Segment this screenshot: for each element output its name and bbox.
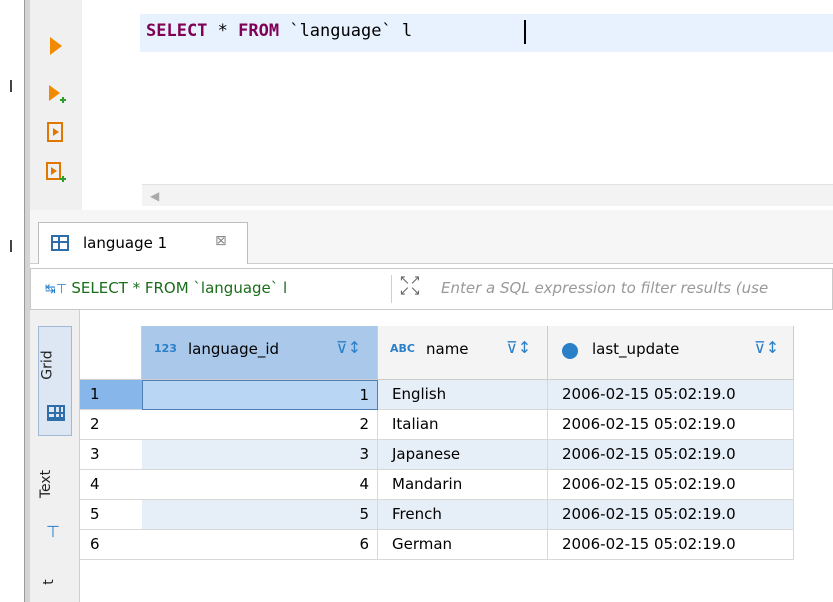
sort-filter-icon[interactable]: ⊽↕ <box>336 338 361 357</box>
tab-language-1[interactable]: language 1 ⊠ <box>38 222 248 264</box>
row-number[interactable]: 2 <box>80 410 142 440</box>
frame-tick <box>10 240 12 252</box>
cell-language-id[interactable]: 3 <box>142 440 378 470</box>
sort-filter-icon[interactable]: ⊽↕ <box>754 338 779 357</box>
cell-language-id[interactable]: 4 <box>142 470 378 500</box>
sql-token: * <box>207 21 239 41</box>
column-header-language-id[interactable]: 123 language_id ⊽↕ <box>142 326 378 380</box>
column-header-label: name <box>426 340 469 358</box>
cell-name[interactable]: German <box>378 530 548 560</box>
active-query-button[interactable]: ↹⊤ SELECT * FROM `language` l <box>45 279 287 297</box>
sort-filter-icon[interactable]: ⊽↕ <box>506 338 531 357</box>
table-icon <box>51 235 69 251</box>
cell-last-update[interactable]: 2006-02-15 05:02:19.0 <box>548 380 794 410</box>
row-number[interactable]: 1 <box>80 380 142 410</box>
row-number-header <box>80 326 142 380</box>
cell-last-update[interactable]: 2006-02-15 05:02:19.0 <box>548 410 794 440</box>
execute-script-new-tab-icon[interactable] <box>44 160 68 184</box>
active-query-label: SELECT * FROM `language` l <box>71 279 288 297</box>
text-format-icon: ⊤ <box>46 522 60 541</box>
filter-separator <box>391 275 392 303</box>
cell-language-id[interactable]: 2 <box>142 410 378 440</box>
extra-view-button[interactable]: t <box>38 570 72 602</box>
editor-toolbar <box>30 0 82 210</box>
sql-keyword: SELECT <box>146 21 208 41</box>
tab-label: language 1 <box>83 234 168 252</box>
editor-horizontal-scrollbar[interactable]: ◀ <box>142 184 833 206</box>
grid-icon <box>47 405 65 421</box>
text-cursor <box>524 20 526 44</box>
cell-language-id[interactable]: 6 <box>142 530 378 560</box>
extra-label: t <box>40 579 57 585</box>
frame-tick <box>10 80 12 92</box>
row-number[interactable]: 3 <box>80 440 142 470</box>
column-header-name[interactable]: ABC name ⊽↕ <box>378 326 548 380</box>
filter-input[interactable]: Enter a SQL expression to filter results… <box>441 279 768 297</box>
column-header-label: last_update <box>592 340 680 358</box>
text-view-button[interactable]: Text ⊤ <box>38 448 72 558</box>
numeric-type-icon: 123 <box>154 342 177 355</box>
expand-filter-icon[interactable]: ↖↗ ↙↘ <box>399 274 421 298</box>
cell-name[interactable]: Mandarin <box>378 470 548 500</box>
cell-name[interactable]: Italian <box>378 410 548 440</box>
cell-last-update[interactable]: 2006-02-15 05:02:19.0 <box>548 470 794 500</box>
query-filter-icon: ↹⊤ <box>45 282 72 297</box>
scroll-left-icon[interactable]: ◀ <box>150 189 159 203</box>
datetime-type-icon <box>562 343 578 359</box>
text-label: Text <box>38 469 55 499</box>
row-number[interactable]: 6 <box>80 530 142 560</box>
column-header-last-update[interactable]: last_update ⊽↕ <box>548 326 794 380</box>
column-header-label: language_id <box>188 340 280 358</box>
close-tab-icon[interactable]: ⊠ <box>215 233 227 249</box>
grid-view-button[interactable]: Grid <box>38 326 72 436</box>
text-type-icon: ABC <box>390 342 415 355</box>
cell-last-update[interactable]: 2006-02-15 05:02:19.0 <box>548 530 794 560</box>
row-number[interactable]: 4 <box>80 470 142 500</box>
sql-keyword: FROM <box>238 21 280 41</box>
filter-bar: ↹⊤ SELECT * FROM `language` l ↖↗ ↙↘ Enter… <box>30 268 833 310</box>
cell-last-update[interactable]: 2006-02-15 05:02:19.0 <box>548 440 794 470</box>
cell-name[interactable]: Japanese <box>378 440 548 470</box>
grid-label: Grid <box>39 350 56 380</box>
cell-language-id[interactable]: 5 <box>142 500 378 530</box>
cell-name[interactable]: English <box>378 380 548 410</box>
execute-in-new-tab-icon[interactable] <box>44 82 68 106</box>
row-number[interactable]: 5 <box>80 500 142 530</box>
sql-table-name: `language` l <box>279 21 423 41</box>
sql-text[interactable]: SELECT * FROM `language` l <box>146 21 422 41</box>
cell-name[interactable]: French <box>378 500 548 530</box>
execute-script-icon[interactable] <box>44 120 68 144</box>
cell-language-id[interactable]: 1 <box>142 380 378 410</box>
execute-statement-icon[interactable] <box>44 34 68 58</box>
cell-last-update[interactable]: 2006-02-15 05:02:19.0 <box>548 500 794 530</box>
